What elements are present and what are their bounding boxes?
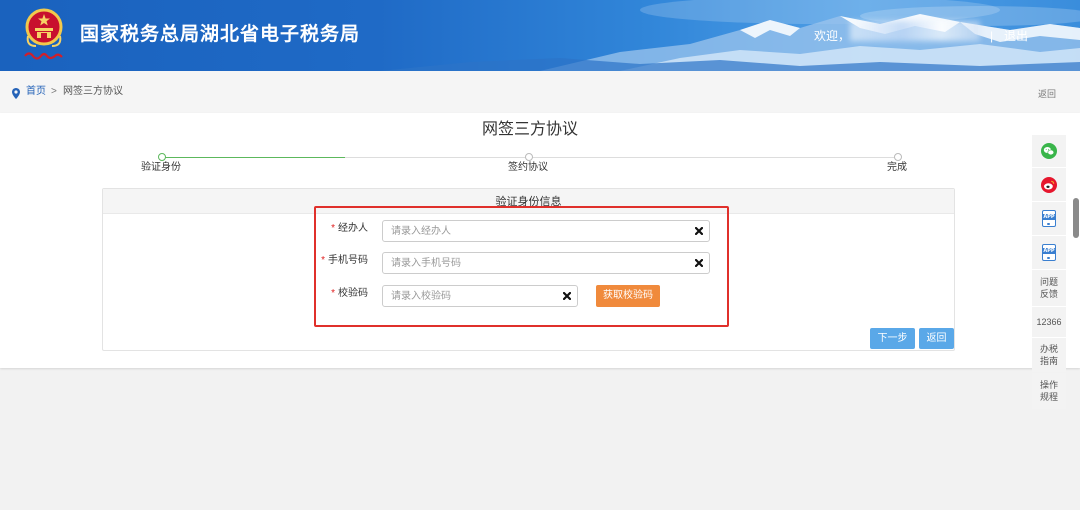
sidebar-feedback-label: 问题反馈 [1039, 277, 1058, 299]
weibo-icon [1041, 176, 1057, 193]
back-button[interactable]: 返回 [919, 328, 954, 349]
step-label-verify: 验证身份 [141, 162, 181, 173]
breadcrumb-separator: > [51, 86, 57, 97]
sidebar-hotline-label: 12366 [1036, 317, 1062, 327]
scrollbar-thumb[interactable] [1073, 198, 1079, 238]
blurred-username [850, 21, 980, 41]
sidebar-procedures-label: 操作规程 [1039, 380, 1058, 402]
header-separator: | [990, 29, 994, 43]
app-icon-text: APP [1043, 214, 1055, 220]
app-icon-text: APP [1043, 248, 1055, 254]
logout-link[interactable]: 退出 [1004, 29, 1028, 43]
step-dot-3 [894, 153, 902, 161]
app-icon: APP [1042, 210, 1056, 227]
site-title: 国家税务总局湖北省电子税务局 [80, 24, 361, 45]
sidebar-guide-label: 办税指南 [1039, 344, 1058, 366]
next-step-button[interactable]: 下一步 [870, 328, 915, 349]
welcome-text: 欢迎， [814, 29, 851, 43]
wechat-icon [1041, 143, 1057, 159]
highlight-box [314, 206, 729, 327]
tax-emblem-icon [22, 6, 68, 62]
sidebar-item-hotline[interactable]: 12366 [1032, 307, 1066, 337]
step-label-sign: 签约协议 [508, 162, 548, 173]
map-pin-icon [12, 86, 20, 99]
sidebar-item-wechat[interactable] [1032, 135, 1066, 167]
sidebar-item-procedures[interactable]: 操作规程 [1032, 373, 1066, 409]
app-icon: APP [1042, 244, 1056, 261]
breadcrumb-home-link[interactable]: 首页 [26, 86, 46, 98]
app-root: 国家税务总局湖北省电子税务局 欢迎， | 退出 首页 > 网签三方协议 返回 网… [0, 0, 1080, 510]
page-title: 网签三方协议 [481, 121, 578, 138]
sidebar-item-weibo[interactable] [1032, 168, 1066, 201]
progress-fill [161, 157, 345, 158]
step-dot-1 [158, 153, 166, 161]
breadcrumb-current: 网签三方协议 [63, 86, 123, 97]
breadcrumb-back-link[interactable]: 返回 [1038, 87, 1056, 100]
sidebar-item-app-1[interactable]: APP [1032, 202, 1066, 235]
breadcrumb [0, 71, 1080, 113]
step-label-done: 完成 [887, 162, 907, 173]
step-dot-2 [525, 153, 533, 161]
sidebar-item-feedback[interactable]: 问题反馈 [1032, 270, 1066, 306]
sidebar-item-app-2[interactable]: APP [1032, 236, 1066, 269]
sidebar-item-guide[interactable]: 办税指南 [1032, 338, 1066, 372]
site-header: 国家税务总局湖北省电子税务局 欢迎， | 退出 [0, 0, 1080, 71]
